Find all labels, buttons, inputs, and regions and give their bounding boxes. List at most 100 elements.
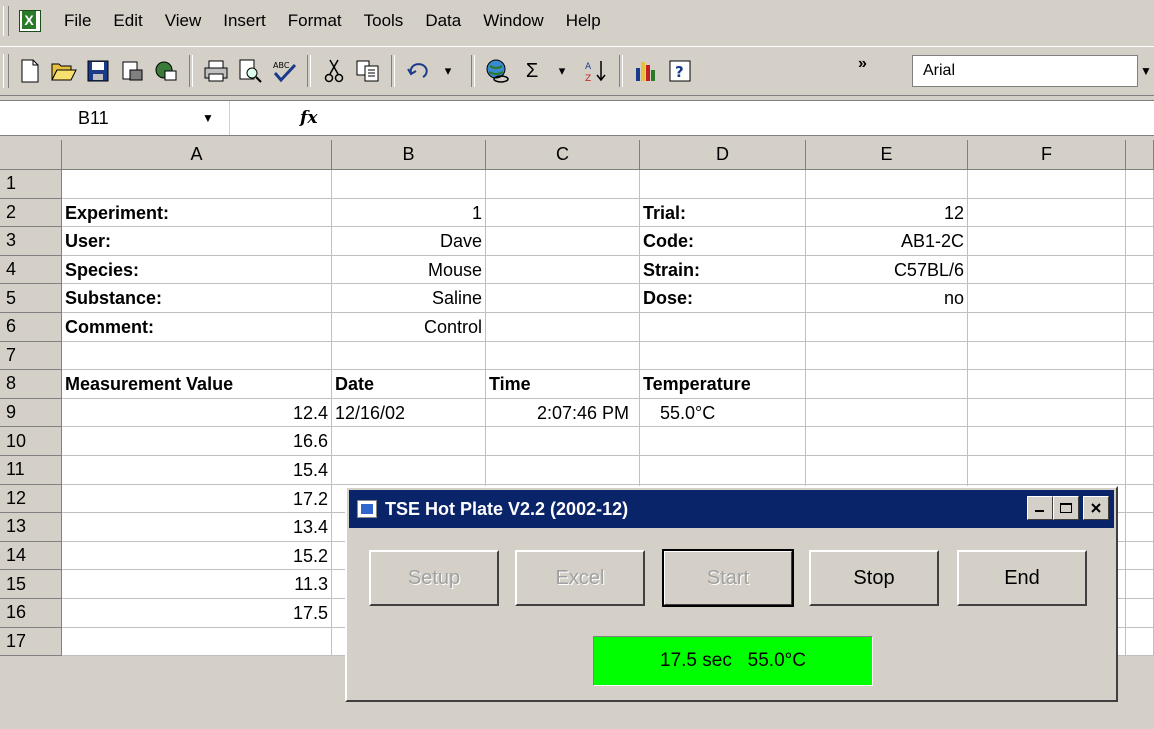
column-header-e[interactable]: E (806, 140, 968, 170)
cell-f11[interactable] (968, 456, 1126, 485)
row-header-8[interactable]: 8 (0, 370, 62, 399)
cell-e7[interactable] (806, 341, 968, 371)
cell-a15[interactable]: 11.3 (62, 570, 332, 599)
cell-a7[interactable] (62, 341, 332, 371)
permission-icon[interactable] (116, 54, 148, 88)
row-header-10[interactable]: 10 (0, 427, 62, 456)
print-preview-icon[interactable] (234, 54, 266, 88)
save-icon[interactable] (82, 54, 114, 88)
cell-e1[interactable] (806, 170, 968, 199)
font-dropdown-icon[interactable]: ▼ (1138, 55, 1154, 87)
cell-c10[interactable] (486, 427, 640, 456)
cell-g3[interactable] (1126, 227, 1154, 256)
open-icon[interactable] (48, 54, 80, 88)
column-header-d[interactable]: D (640, 140, 806, 170)
cell-c6[interactable] (486, 313, 640, 342)
cell-e6[interactable] (806, 313, 968, 342)
cell-d7[interactable] (640, 341, 806, 371)
cell-c9[interactable]: 2:07:46 PM (486, 398, 640, 428)
cell-a13[interactable]: 13.4 (62, 513, 332, 542)
undo-icon[interactable] (402, 54, 434, 88)
row-header-7[interactable]: 7 (0, 341, 62, 371)
row-header-2[interactable]: 2 (0, 198, 62, 228)
cell-g16[interactable] (1126, 599, 1154, 628)
row-header-15[interactable]: 15 (0, 570, 62, 599)
cell-c11[interactable] (486, 456, 640, 485)
row-header-1[interactable]: 1 (0, 170, 62, 199)
cell-b4[interactable]: Mouse (332, 255, 486, 285)
stop-button[interactable]: Stop (809, 550, 939, 606)
cell-f5[interactable] (968, 284, 1126, 313)
cell-e5[interactable]: no (806, 284, 968, 313)
menu-tools[interactable]: Tools (364, 11, 404, 31)
cell-e4[interactable]: C57BL/6 (806, 255, 968, 285)
cell-c5[interactable] (486, 284, 640, 313)
cell-a2[interactable]: Experiment: (62, 198, 332, 228)
cell-e8[interactable] (806, 370, 968, 399)
cell-b6[interactable]: Control (332, 313, 486, 342)
cell-f4[interactable] (968, 255, 1126, 285)
email-icon[interactable] (150, 54, 182, 88)
font-name-box[interactable]: Arial (912, 55, 1138, 87)
close-icon[interactable] (1083, 496, 1109, 520)
help-icon[interactable]: ? (664, 54, 696, 88)
row-header-9[interactable]: 9 (0, 398, 62, 428)
hyperlink-icon[interactable] (482, 54, 514, 88)
sort-ascending-icon[interactable]: AZ (580, 54, 612, 88)
cell-b10[interactable] (332, 427, 486, 456)
row-header-3[interactable]: 3 (0, 227, 62, 256)
cell-d6[interactable] (640, 313, 806, 342)
cell-g13[interactable] (1126, 513, 1154, 542)
cell-e2[interactable]: 12 (806, 198, 968, 228)
cell-e11[interactable] (806, 456, 968, 485)
menu-file[interactable]: File (64, 11, 91, 31)
cell-f10[interactable] (968, 427, 1126, 456)
setup-button[interactable]: Setup (369, 550, 499, 606)
menubar-grip[interactable] (3, 6, 9, 36)
cell-a9[interactable]: 12.4 (62, 398, 332, 428)
cell-c2[interactable] (486, 198, 640, 228)
app-window-icon[interactable] (357, 500, 377, 518)
cell-b2[interactable]: 1 (332, 198, 486, 228)
maximize-icon[interactable] (1053, 496, 1079, 520)
minimize-icon[interactable] (1027, 496, 1053, 520)
cell-f9[interactable] (968, 398, 1126, 428)
spelling-icon[interactable]: ABC (268, 54, 300, 88)
cell-g12[interactable] (1126, 484, 1154, 514)
cell-c3[interactable] (486, 227, 640, 256)
menu-format[interactable]: Format (288, 11, 342, 31)
select-all-corner[interactable] (0, 140, 62, 170)
toolbar-options-icon[interactable]: » (858, 55, 867, 73)
cell-g2[interactable] (1126, 198, 1154, 228)
cell-g10[interactable] (1126, 427, 1154, 456)
cell-a5[interactable]: Substance: (62, 284, 332, 313)
start-button[interactable]: Start (662, 549, 794, 607)
menu-help[interactable]: Help (566, 11, 601, 31)
row-header-12[interactable]: 12 (0, 484, 62, 514)
cell-b3[interactable]: Dave (332, 227, 486, 256)
autosum-icon[interactable]: Σ (516, 54, 548, 88)
cell-g5[interactable] (1126, 284, 1154, 313)
cell-e9[interactable] (806, 398, 968, 428)
cell-d3[interactable]: Code: (640, 227, 806, 256)
cell-b5[interactable]: Saline (332, 284, 486, 313)
menu-data[interactable]: Data (425, 11, 461, 31)
cell-d11[interactable] (640, 456, 806, 485)
cell-e10[interactable] (806, 427, 968, 456)
cell-d5[interactable]: Dose: (640, 284, 806, 313)
cell-d1[interactable] (640, 170, 806, 199)
cell-a14[interactable]: 15.2 (62, 541, 332, 571)
cell-b11[interactable] (332, 456, 486, 485)
cell-g4[interactable] (1126, 255, 1154, 285)
cut-icon[interactable] (318, 54, 350, 88)
cell-f2[interactable] (968, 198, 1126, 228)
toolbar-grip[interactable] (3, 54, 9, 88)
cell-g9[interactable] (1126, 398, 1154, 428)
new-icon[interactable] (14, 54, 46, 88)
cell-d4[interactable]: Strain: (640, 255, 806, 285)
cell-g17[interactable] (1126, 627, 1154, 657)
cell-f1[interactable] (968, 170, 1126, 199)
dialog-titlebar[interactable]: TSE Hot Plate V2.2 (2002-12) (349, 490, 1114, 528)
cell-g7[interactable] (1126, 341, 1154, 371)
row-header-17[interactable]: 17 (0, 627, 62, 657)
